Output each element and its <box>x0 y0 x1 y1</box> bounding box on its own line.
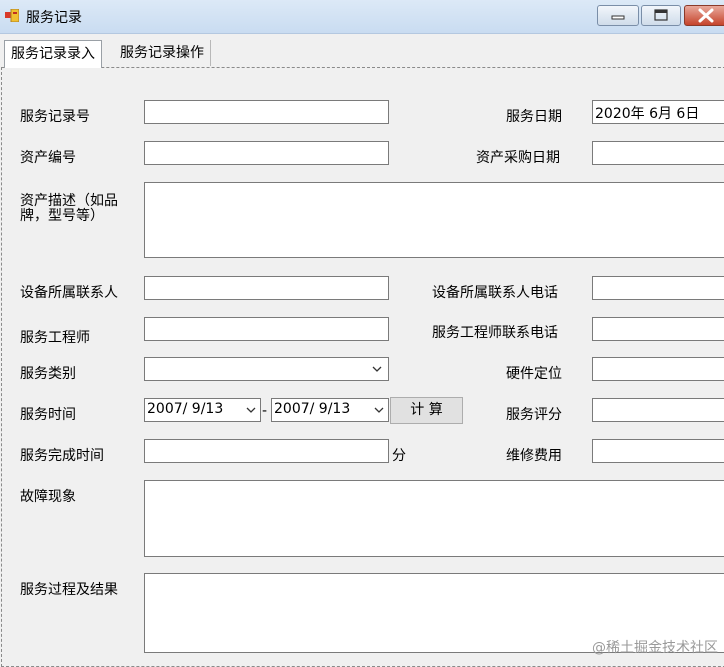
finish-time-label: 服务完成时间 <box>20 448 104 464</box>
title-bar: 服务记录 <box>0 0 724 34</box>
fault-field[interactable] <box>144 480 724 557</box>
engineer-field[interactable] <box>144 317 389 341</box>
device-contact-phone-label: 设备所属联系人电话 <box>432 285 558 301</box>
service-time-from-picker[interactable]: 2007/ 9/13 <box>144 398 261 422</box>
calculate-button[interactable]: 计 算 <box>390 397 463 424</box>
minimize-icon <box>611 15 625 20</box>
chevron-down-icon <box>372 366 382 372</box>
tab-strip: 服务记录录入 服务记录操作 <box>0 40 724 68</box>
chevron-down-icon <box>374 407 384 413</box>
device-contact-label: 设备所属联系人 <box>20 285 118 301</box>
app-icon <box>5 9 19 22</box>
service-type-select[interactable] <box>144 357 389 381</box>
asset-purchase-date-field[interactable] <box>592 141 724 165</box>
device-contact-field[interactable] <box>144 276 389 300</box>
engineer-phone-label: 服务工程师联系电话 <box>432 325 558 341</box>
hardware-pos-label: 硬件定位 <box>506 366 562 382</box>
chevron-down-icon <box>246 407 256 413</box>
service-time-to-picker[interactable]: 2007/ 9/13 <box>271 398 389 422</box>
tab-service-entry[interactable]: 服务记录录入 <box>4 40 102 68</box>
service-time-to-value: 2007/ 9/13 <box>274 401 351 417</box>
engineer-phone-field[interactable] <box>592 317 724 341</box>
maximize-icon <box>654 9 668 21</box>
engineer-label: 服务工程师 <box>20 330 90 346</box>
maximize-button[interactable] <box>641 5 681 26</box>
asset-purchase-date-label: 资产采购日期 <box>476 150 560 166</box>
record-no-label: 服务记录号 <box>20 109 90 125</box>
repair-cost-field[interactable] <box>592 439 724 463</box>
rating-label: 服务评分 <box>506 407 562 423</box>
repair-cost-label: 维修费用 <box>506 448 562 464</box>
service-time-from-value: 2007/ 9/13 <box>147 401 224 417</box>
finish-time-field[interactable] <box>144 439 389 463</box>
asset-desc-field[interactable] <box>144 182 724 258</box>
window-title: 服务记录 <box>26 10 82 26</box>
device-contact-phone-field[interactable] <box>592 276 724 300</box>
time-range-separator: - <box>262 403 268 419</box>
rating-field[interactable] <box>592 398 724 422</box>
minutes-unit-label: 分 <box>392 448 406 464</box>
fault-label: 故障现象 <box>20 489 76 505</box>
close-icon <box>698 8 714 23</box>
service-type-label: 服务类别 <box>20 366 76 382</box>
service-date-label: 服务日期 <box>506 109 562 125</box>
asset-no-label: 资产编号 <box>20 150 76 166</box>
process-label: 服务过程及结果 <box>20 582 118 598</box>
hardware-pos-field[interactable] <box>592 357 724 381</box>
minimize-button[interactable] <box>597 5 639 26</box>
watermark: @稀土掘金技术社区 <box>592 640 718 656</box>
record-no-field[interactable] <box>144 100 389 124</box>
tab-service-operation[interactable]: 服务记录操作 <box>114 40 211 66</box>
service-date-picker[interactable]: 2020年 6月 6日 <box>592 100 724 124</box>
asset-desc-label: 资产描述（如品牌，型号等） <box>20 193 118 224</box>
close-button[interactable] <box>684 5 724 26</box>
service-time-label: 服务时间 <box>20 407 76 423</box>
asset-no-field[interactable] <box>144 141 389 165</box>
